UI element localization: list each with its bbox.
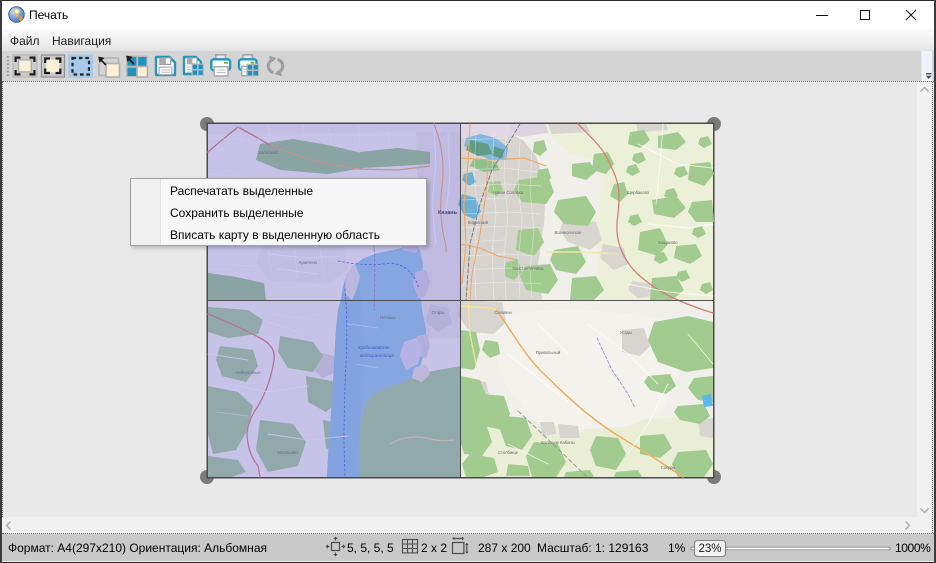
svg-text:Кировский: Кировский [468,220,489,225]
svg-text:Новая Соловка: Новая Соловка [493,190,524,195]
svg-text:Большие Кабаны: Большие Кабаны [541,440,575,445]
svg-text:Усады: Усады [620,330,632,335]
svg-text:Столбище: Столбище [498,450,519,455]
svg-text:Привольный: Привольный [536,350,561,355]
svg-text:Константиновка: Константиновка [512,266,544,271]
svg-text:Щербаково: Щербаково [627,190,650,195]
svg-text:Кощаково: Кощаково [658,240,678,245]
svg-text:Сокуры: Сокуры [661,465,676,470]
svg-text:23%: 23% [698,543,721,555]
svg-text:Салмачи: Салмачи [494,310,512,315]
svg-text:Вознесенское: Вознесенское [554,230,582,235]
